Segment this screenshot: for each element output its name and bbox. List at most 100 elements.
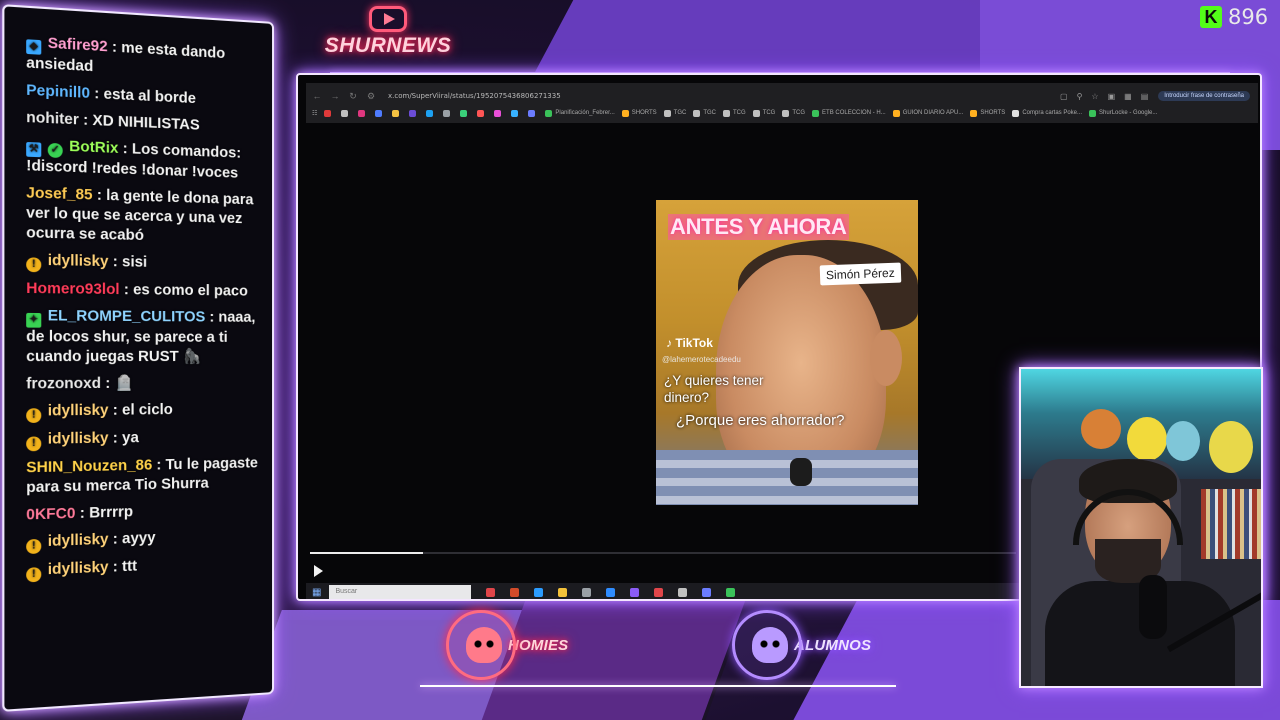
bookmark-item[interactable]: GUION DIARIO APU... bbox=[892, 109, 963, 117]
bookmark-favicon-icon bbox=[494, 109, 502, 117]
chat-separator: : bbox=[78, 111, 93, 130]
site-info-icon[interactable]: ⚙ bbox=[364, 91, 378, 102]
address-bar-url[interactable]: x.com/SuperViiral/status/195207543680627… bbox=[388, 92, 561, 100]
chat-username[interactable]: idyllisky bbox=[48, 253, 109, 271]
back-icon[interactable]: ← bbox=[310, 91, 324, 101]
zoom-icon[interactable]: ⚲ bbox=[1077, 92, 1083, 101]
bookmark-item[interactable]: TCG bbox=[752, 109, 775, 117]
bookmark-item[interactable] bbox=[511, 109, 521, 117]
gold-badge-icon: ! bbox=[26, 257, 42, 273]
green-badge-icon: ✦ bbox=[26, 312, 42, 328]
kick-logo-icon: K bbox=[1200, 6, 1222, 28]
chat-message: frozonoxd : 🪦 bbox=[26, 374, 264, 395]
chat-username[interactable]: SHIN_Nouzen_86 bbox=[26, 457, 152, 476]
homies-logo: HOMIES bbox=[446, 606, 568, 684]
chat-username[interactable]: Pepinill0 bbox=[26, 82, 90, 102]
skull-eyes bbox=[758, 640, 782, 648]
taskbar-app-icon[interactable] bbox=[654, 587, 664, 597]
bookmark-item[interactable]: TGC bbox=[663, 109, 686, 117]
bookmark-favicon-icon bbox=[892, 109, 900, 117]
chat-separator: : bbox=[100, 375, 115, 393]
bookmark-item[interactable] bbox=[324, 109, 334, 117]
chat-text: 🪦 bbox=[114, 375, 134, 393]
bookmark-item[interactable]: TCG bbox=[723, 109, 746, 117]
chat-username[interactable]: Safire92 bbox=[48, 35, 108, 55]
bookmark-item[interactable]: ETB COLECCION - H... bbox=[812, 109, 886, 117]
apps-grid-icon[interactable]: ☷ bbox=[312, 110, 317, 117]
chat-username[interactable]: 0KFC0 bbox=[26, 506, 75, 524]
taskbar-search[interactable]: Buscar bbox=[329, 585, 472, 599]
extension-icon[interactable]: ▣ bbox=[1108, 92, 1116, 101]
bookmark-item[interactable] bbox=[358, 109, 368, 117]
bookmark-item[interactable]: Planificación_Febrer... bbox=[545, 109, 615, 117]
bookmark-favicon-icon bbox=[693, 109, 701, 117]
bookmark-item[interactable] bbox=[341, 109, 351, 117]
address-bar-row: ← → ↻ ⚙ x.com/SuperViiral/status/1952075… bbox=[306, 89, 1258, 103]
bookmark-item[interactable]: ShurLocke - Google... bbox=[1089, 109, 1157, 117]
taskbar-app-icon[interactable] bbox=[606, 587, 616, 597]
bookmark-item[interactable]: Compra cartas Poke... bbox=[1012, 109, 1082, 117]
chat-text: esta al borde bbox=[103, 86, 196, 108]
bookmark-item[interactable] bbox=[528, 109, 538, 117]
taskbar-app-icon[interactable] bbox=[510, 587, 520, 597]
taskbar-app-icon[interactable] bbox=[582, 587, 592, 597]
chat-username[interactable]: EL_ROMPE_CULITOS bbox=[48, 308, 206, 326]
password-prompt-chip[interactable]: Introducir frase de contraseña bbox=[1158, 91, 1250, 101]
bookmark-favicon-icon bbox=[752, 109, 760, 117]
bookmark-item[interactable] bbox=[443, 109, 453, 117]
chat-username[interactable]: idyllisky bbox=[48, 402, 109, 419]
bookmark-item[interactable]: TCG bbox=[782, 109, 805, 117]
bookmark-item[interactable]: TGC bbox=[693, 109, 716, 117]
taskbar-app-icon[interactable] bbox=[726, 587, 736, 597]
chat-username[interactable]: Homero93lol bbox=[26, 280, 119, 298]
extensions-puzzle-icon[interactable]: ▦ bbox=[1124, 92, 1132, 101]
sidebar-icon[interactable]: ▤ bbox=[1141, 92, 1149, 101]
bookmark-item[interactable] bbox=[392, 109, 402, 117]
bookmark-favicon-icon bbox=[1012, 109, 1020, 117]
video-progress-bar[interactable] bbox=[310, 552, 1016, 554]
bookmark-item[interactable]: SHORTS bbox=[621, 109, 657, 117]
bookmark-star-icon[interactable]: ☆ bbox=[1091, 92, 1098, 101]
bookmark-item[interactable] bbox=[375, 109, 385, 117]
cast-icon[interactable]: ▢ bbox=[1060, 92, 1068, 101]
bookmark-item[interactable]: SHORTS bbox=[970, 109, 1005, 117]
taskbar-app-icon[interactable] bbox=[558, 587, 568, 597]
chat-text: ttt bbox=[122, 558, 138, 576]
bookmark-favicon-icon bbox=[358, 109, 366, 117]
chat-username[interactable]: nohiter bbox=[26, 109, 79, 128]
chat-username[interactable]: BotRix bbox=[69, 139, 118, 158]
reload-icon[interactable]: ↻ bbox=[346, 91, 360, 102]
bookmark-favicon-icon bbox=[426, 109, 434, 117]
chat-username[interactable]: idyllisky bbox=[48, 559, 109, 578]
bookmark-item[interactable] bbox=[426, 109, 436, 117]
chat-text: Brrrrp bbox=[89, 503, 134, 522]
taskbar-app-icon[interactable] bbox=[678, 587, 688, 597]
bookmark-label: ETB COLECCION - H... bbox=[822, 110, 886, 116]
bookmark-favicon-icon bbox=[782, 109, 790, 117]
viewer-counter: K 896 bbox=[1200, 2, 1268, 32]
bookmark-item[interactable] bbox=[477, 109, 487, 117]
microphone bbox=[1139, 575, 1167, 639]
tiktok-video[interactable]: ANTES Y AHORA Simón Pérez ♪ TikTok @lahe… bbox=[656, 200, 918, 505]
chat-username[interactable]: Josef_85 bbox=[26, 185, 92, 204]
bookmark-item[interactable] bbox=[494, 109, 504, 117]
bookshelf bbox=[1201, 489, 1261, 559]
windows-start-icon[interactable]: ▦ bbox=[312, 587, 321, 598]
taskbar-app-icon[interactable] bbox=[702, 587, 712, 597]
taskbar-app-icon[interactable] bbox=[486, 587, 496, 597]
chat-username[interactable]: idyllisky bbox=[48, 531, 109, 550]
taskbar-app-icon[interactable] bbox=[630, 587, 640, 597]
bookmark-favicon-icon bbox=[341, 109, 349, 117]
chat-message-list: ◆ Safire92 : me esta dando ansiedad Pepini… bbox=[26, 33, 264, 583]
chat-text: XD NIHILISTAS bbox=[92, 112, 200, 134]
play-icon[interactable] bbox=[314, 565, 323, 577]
chat-username[interactable]: idyllisky bbox=[48, 430, 109, 448]
chat-username[interactable]: frozonoxd bbox=[26, 376, 101, 393]
bookmark-item[interactable] bbox=[460, 109, 470, 117]
bookmark-favicon-icon bbox=[324, 109, 332, 117]
bookmark-item[interactable] bbox=[409, 109, 419, 117]
forward-icon[interactable]: → bbox=[328, 91, 342, 101]
taskbar-app-icon[interactable] bbox=[534, 587, 544, 597]
bot-badge-icon: ⚒ bbox=[26, 141, 42, 158]
chat-separator: : bbox=[92, 187, 107, 205]
